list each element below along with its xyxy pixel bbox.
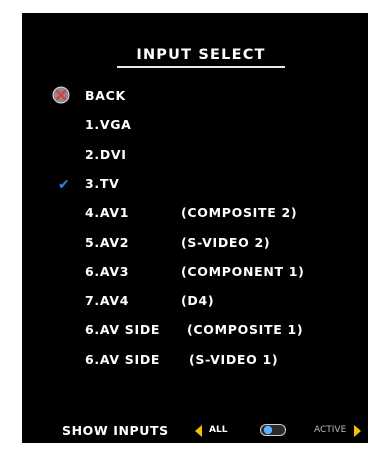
menu-item-label: 4.AV1: [85, 205, 130, 220]
show-inputs-bar: SHOW INPUTS ALL ACTIVE: [22, 423, 368, 443]
back-icon: [52, 86, 70, 104]
menu-item-desc: (S-VIDEO 1): [189, 352, 279, 367]
menu-item-label: BACK: [85, 88, 126, 103]
menu-item-label: 2.DVI: [85, 147, 127, 162]
menu-item-label: 1.VGA: [85, 117, 132, 132]
menu-title: INPUT SELECT: [136, 47, 266, 63]
menu-item-desc: (COMPOSITE 2): [181, 205, 298, 220]
menu-item-label: 3.TV: [85, 176, 120, 191]
input-select-osd: INPUT SELECT BACK 1.VGA 2.DVI ✔ 3.TV 4.A…: [22, 13, 368, 443]
menu-item-back[interactable]: BACK: [22, 86, 368, 106]
menu-item-av1[interactable]: 4.AV1 (COMPOSITE 2): [22, 205, 368, 223]
menu-item-av-side-svideo[interactable]: 6.AV SIDE (S-VIDEO 1): [22, 352, 368, 370]
menu-item-label: 6.AV SIDE: [85, 352, 161, 367]
menu-item-av4[interactable]: 7.AV4 (D4): [22, 293, 368, 311]
all-option[interactable]: ALL: [209, 425, 227, 435]
menu-item-av3[interactable]: 6.AV3 (COMPONENT 1): [22, 264, 368, 282]
menu-item-desc: (S-VIDEO 2): [181, 235, 271, 250]
menu-item-av-side-composite[interactable]: 6.AV SIDE (COMPOSITE 1): [22, 322, 368, 340]
checkmark-icon: ✔: [58, 177, 71, 193]
toggle-icon[interactable]: [260, 424, 286, 436]
menu-item-label: 6.AV SIDE: [85, 322, 161, 337]
menu-item-label: 6.AV3: [85, 264, 130, 279]
menu-item-av2[interactable]: 5.AV2 (S-VIDEO 2): [22, 235, 368, 253]
menu-item-desc: (D4): [181, 293, 215, 308]
menu-item-desc: (COMPOSITE 1): [187, 322, 304, 337]
arrow-left-icon[interactable]: [195, 425, 202, 437]
active-option[interactable]: ACTIVE: [314, 425, 346, 435]
menu-item-label: 7.AV4: [85, 293, 130, 308]
arrow-right-icon[interactable]: [354, 425, 361, 437]
show-inputs-label: SHOW INPUTS: [62, 423, 169, 438]
menu-item-dvi[interactable]: 2.DVI: [22, 147, 368, 165]
menu-item-desc: (COMPONENT 1): [181, 264, 305, 279]
menu-item-vga[interactable]: 1.VGA: [22, 117, 368, 135]
title-underline: [117, 66, 285, 68]
menu-item-tv[interactable]: ✔ 3.TV: [22, 176, 368, 194]
menu-item-label: 5.AV2: [85, 235, 130, 250]
